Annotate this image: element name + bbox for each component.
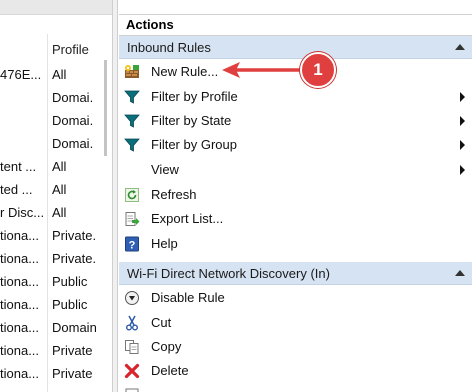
- table-row[interactable]: tiona... Public: [0, 293, 104, 316]
- rule-name-cell: tiona...: [0, 251, 40, 266]
- table-row[interactable]: tiona... Private.: [0, 224, 104, 247]
- action-label: Export List...: [151, 211, 224, 226]
- section-header-inbound-rules[interactable]: Inbound Rules: [119, 36, 472, 59]
- action-label: Help: [151, 236, 178, 251]
- section-header-selected-rule[interactable]: Wi-Fi Direct Network Discovery (In): [119, 262, 472, 285]
- action-disable-rule[interactable]: Disable Rule: [119, 286, 472, 310]
- profile-cell: Public: [52, 274, 88, 289]
- profile-cell: Domai.: [52, 136, 94, 151]
- submenu-arrow-icon: [460, 140, 465, 150]
- action-label: Refresh: [151, 187, 197, 202]
- column-header-profile[interactable]: Profile: [52, 42, 89, 57]
- action-view[interactable]: View: [119, 158, 472, 182]
- annotation-step-badge: 1: [300, 52, 336, 88]
- action-label: Filter by Profile: [151, 89, 238, 104]
- action-filter-by-profile[interactable]: Filter by Profile: [119, 85, 472, 109]
- rule-name-cell: tiona...: [0, 343, 40, 358]
- action-delete[interactable]: Delete: [119, 359, 472, 383]
- action-copy[interactable]: Copy: [119, 335, 472, 359]
- table-row[interactable]: Domai.: [0, 132, 104, 155]
- submenu-arrow-icon: [460, 165, 465, 175]
- action-help[interactable]: ? Help: [119, 232, 472, 256]
- copy-icon: [125, 340, 139, 354]
- table-row[interactable]: 476E... All: [0, 63, 104, 86]
- rule-name-cell: tent ...: [0, 159, 37, 174]
- profile-cell: Domai.: [52, 90, 94, 105]
- rule-name-cell: 476E...: [0, 67, 42, 82]
- table-row[interactable]: tiona... Domain: [0, 316, 104, 339]
- rule-name-cell: tiona...: [0, 228, 40, 243]
- properties-icon: [125, 388, 139, 392]
- annotation-step-number: 1: [313, 60, 323, 79]
- profile-cell: Private.: [52, 228, 97, 243]
- actions-pane: Actions Inbound Rules New Rule... Filter…: [119, 0, 472, 392]
- table-row[interactable]: tiona... Private.: [0, 247, 104, 270]
- filter-icon: [124, 90, 140, 104]
- refresh-icon: [125, 188, 139, 202]
- action-label: New Rule...: [151, 64, 219, 79]
- section-label: Wi-Fi Direct Network Discovery (In): [127, 266, 330, 281]
- profile-cell: Private.: [52, 251, 97, 266]
- profile-cell: All: [52, 159, 67, 174]
- disable-rule-icon: [125, 291, 139, 305]
- action-new-rule[interactable]: New Rule...: [119, 60, 472, 84]
- rule-name-cell: ted ...: [0, 182, 33, 197]
- table-row[interactable]: Domai.: [0, 86, 104, 109]
- profile-cell: Domai.: [52, 113, 94, 128]
- rule-name-cell: tiona...: [0, 320, 40, 335]
- rules-list-pane: Profile 476E... All Domai. Domai. Domai. …: [0, 0, 112, 392]
- action-cut[interactable]: Cut: [119, 311, 472, 335]
- export-icon: [125, 212, 140, 226]
- table-row[interactable]: tiona... Private: [0, 339, 104, 362]
- list-scrollbar-thumb[interactable]: [104, 60, 107, 156]
- action-label: Filter by Group: [151, 137, 237, 152]
- pane-splitter[interactable]: [112, 0, 118, 392]
- table-row[interactable]: r Disc... All: [0, 201, 104, 224]
- profile-cell: Private: [52, 366, 93, 381]
- rule-name-cell: tiona...: [0, 366, 40, 381]
- action-label: View: [151, 162, 179, 177]
- rule-name-cell: tiona...: [0, 274, 40, 289]
- filter-icon: [124, 138, 140, 152]
- action-properties[interactable]: [119, 383, 472, 392]
- actions-title: Actions: [126, 17, 174, 32]
- profile-cell: Domain: [52, 320, 97, 335]
- cut-icon: [126, 315, 138, 331]
- profile-cell: All: [52, 67, 67, 82]
- action-filter-by-group[interactable]: Filter by Group: [119, 133, 472, 157]
- section-label: Inbound Rules: [127, 40, 211, 55]
- collapse-caret-icon[interactable]: [455, 270, 465, 276]
- table-row[interactable]: tiona... Private: [0, 362, 104, 385]
- table-row[interactable]: Domai.: [0, 109, 104, 132]
- action-label: Delete: [151, 363, 189, 378]
- profile-cell: Private: [52, 343, 93, 358]
- delete-icon: [124, 363, 140, 379]
- action-label: Filter by State: [151, 113, 232, 128]
- new-rule-icon: [125, 65, 139, 78]
- action-refresh[interactable]: Refresh: [119, 183, 472, 207]
- list-header-strip: [0, 0, 112, 15]
- submenu-arrow-icon: [460, 92, 465, 102]
- action-label: Cut: [151, 315, 172, 330]
- table-row[interactable]: tent ... All: [0, 155, 104, 178]
- collapse-caret-icon[interactable]: [455, 44, 465, 50]
- table-row[interactable]: tiona... Public: [0, 270, 104, 293]
- table-row[interactable]: ted ... All: [0, 178, 104, 201]
- action-label: Copy: [151, 339, 182, 354]
- submenu-arrow-icon: [460, 116, 465, 126]
- action-export-list[interactable]: Export List...: [119, 207, 472, 231]
- actions-title-bar: Actions: [119, 14, 472, 36]
- action-filter-by-state[interactable]: Filter by State: [119, 109, 472, 133]
- filter-icon: [124, 114, 140, 128]
- rule-name-cell: r Disc...: [0, 205, 44, 220]
- action-label: Disable Rule: [151, 290, 225, 305]
- profile-cell: All: [52, 205, 67, 220]
- svg-text:?: ?: [129, 240, 136, 252]
- profile-cell: All: [52, 182, 67, 197]
- profile-cell: Public: [52, 297, 88, 312]
- rule-name-cell: tiona...: [0, 297, 40, 312]
- help-icon: ?: [125, 236, 139, 252]
